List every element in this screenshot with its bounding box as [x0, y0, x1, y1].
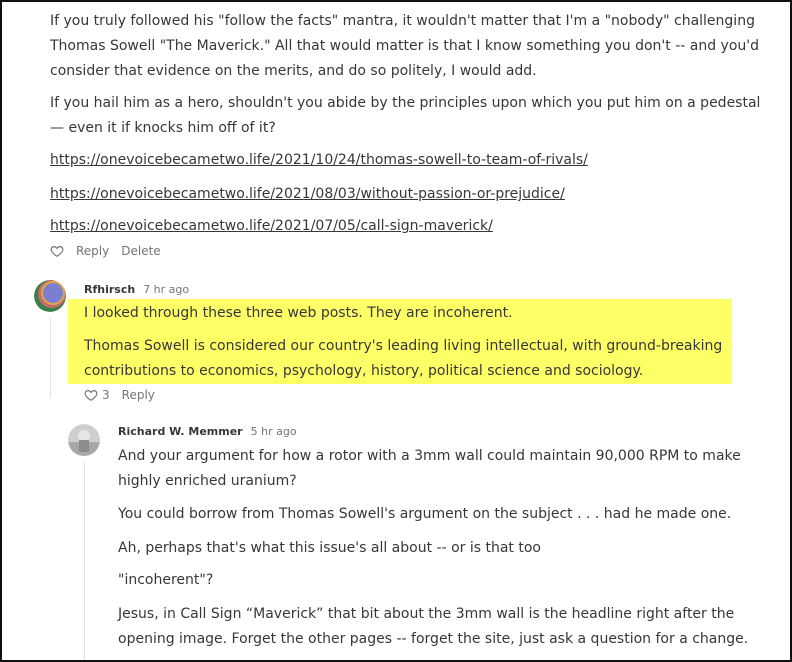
text-line: Thomas Sowell "The Maverick." All that w… — [50, 38, 759, 54]
like-button[interactable]: 3 — [84, 388, 110, 402]
heart-icon — [50, 246, 64, 257]
comment-link-paragraph: https://onevoicebecametwo.life/2021/10/2… — [50, 148, 588, 173]
comment-paragraph: I looked through these three web posts. … — [84, 301, 513, 326]
thread-line — [84, 462, 85, 660]
heart-icon — [84, 390, 98, 401]
comment-paragraph: If you hail him as a hero, shouldn't you… — [50, 91, 760, 141]
avatar[interactable] — [34, 280, 66, 312]
author-name[interactable]: Rfhirsch — [84, 283, 135, 296]
text-line: If you truly followed his "follow the fa… — [50, 13, 755, 29]
text-line: I looked through these three web posts. … — [84, 305, 513, 321]
text-line: If you hail him as a hero, shouldn't you… — [50, 95, 761, 111]
author-name[interactable]: Richard W. Memmer — [118, 425, 243, 438]
text-line: opening image. Forget the other pages --… — [118, 631, 749, 647]
like-button[interactable] — [50, 244, 64, 258]
comment-paragraph: Thomas Sowell is considered our country'… — [84, 334, 722, 384]
text-line: contributions to economics, psychology, … — [84, 363, 644, 379]
text-line: Thomas Sowell is considered our country'… — [84, 338, 723, 354]
comment-paragraph: You could borrow from Thomas Sowell's ar… — [118, 502, 731, 527]
thread-line — [50, 318, 51, 398]
post-link[interactable]: https://onevoicebecametwo.life/2021/08/0… — [50, 186, 565, 202]
reply-button[interactable]: Reply — [122, 388, 155, 402]
comment-paragraph: Ah, perhaps that's what this issue's all… — [118, 536, 541, 561]
text-line: Ah, perhaps that's what this issue's all… — [118, 540, 541, 556]
like-count: 3 — [102, 388, 110, 402]
text-line: highly enriched uranium? — [118, 473, 297, 489]
avatar-image — [34, 280, 66, 312]
comment-meta: Richard W. Memmer 5 hr ago — [118, 425, 297, 438]
post-link[interactable]: https://onevoicebecametwo.life/2021/10/2… — [50, 152, 588, 168]
comments-panel: If you truly followed his "follow the fa… — [0, 0, 792, 662]
comment-paragraph: If you truly followed his "follow the fa… — [50, 9, 759, 84]
post-link[interactable]: https://onevoicebecametwo.life/2021/07/0… — [50, 218, 493, 234]
text-line: "incoherent"? — [118, 572, 214, 588]
comment-paragraph: And your argument for how a rotor with a… — [118, 444, 741, 494]
comment-paragraph: Jesus, in Call Sign “Maverick” that bit … — [118, 602, 748, 652]
comment-actions: 3 Reply — [84, 388, 155, 402]
timestamp[interactable]: 7 hr ago — [143, 283, 189, 296]
comment-paragraph: "incoherent"? — [118, 568, 213, 593]
comment-meta: Rfhirsch 7 hr ago — [84, 283, 189, 296]
avatar[interactable] — [68, 424, 100, 456]
delete-button[interactable]: Delete — [121, 244, 160, 258]
comment-link-paragraph: https://onevoicebecametwo.life/2021/08/0… — [50, 182, 565, 207]
reply-button[interactable]: Reply — [76, 244, 109, 258]
comment-actions: Reply Delete — [50, 244, 161, 258]
text-line: consider that evidence on the merits, an… — [50, 63, 537, 79]
timestamp[interactable]: 5 hr ago — [251, 425, 297, 438]
text-line: And your argument for how a rotor with a… — [118, 448, 741, 464]
text-line: — even it if knocks him off of it? — [50, 120, 276, 136]
comment-link-paragraph: https://onevoicebecametwo.life/2021/07/0… — [50, 214, 493, 239]
text-line: Jesus, in Call Sign “Maverick” that bit … — [118, 606, 735, 622]
avatar-image — [68, 424, 100, 456]
text-line: You could borrow from Thomas Sowell's ar… — [118, 506, 732, 522]
